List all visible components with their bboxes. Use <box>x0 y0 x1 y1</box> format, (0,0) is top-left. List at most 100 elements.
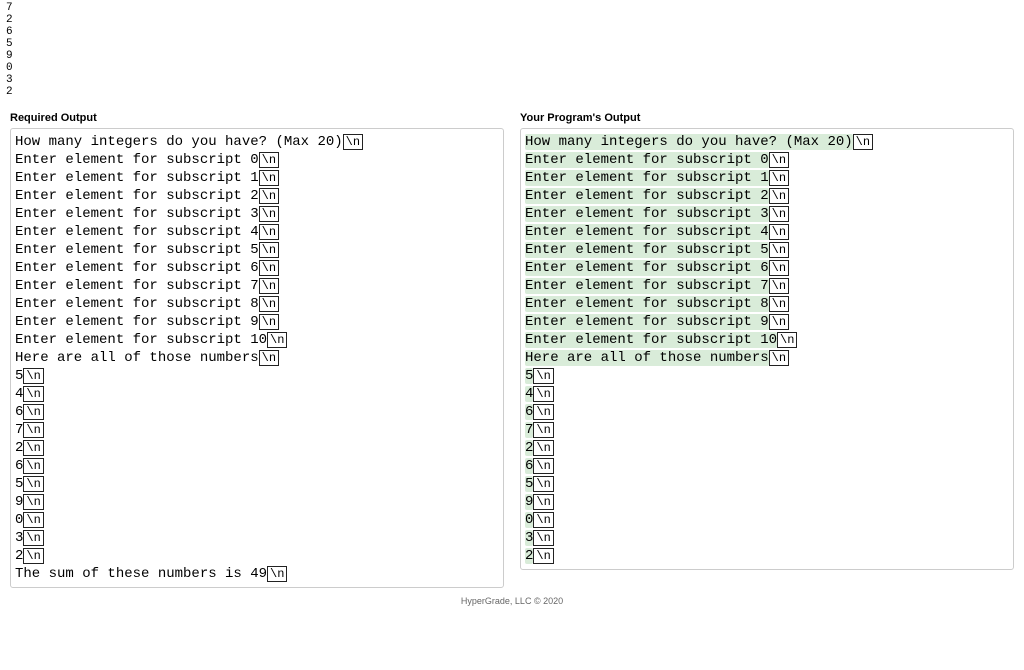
output-line: 6\n <box>15 457 499 475</box>
output-line: The sum of these numbers is 49\n <box>15 565 499 583</box>
newline-marker: \n <box>533 512 553 528</box>
output-line-text: 2 <box>15 548 23 564</box>
output-line: 9\n <box>525 493 1009 511</box>
output-line: 3\n <box>525 529 1009 547</box>
output-line: 7\n <box>15 421 499 439</box>
output-line-text: 6 <box>525 404 533 420</box>
output-line-text: 9 <box>525 494 533 510</box>
output-line: Enter element for subscript 9\n <box>15 313 499 331</box>
output-line: Enter element for subscript 7\n <box>525 277 1009 295</box>
output-line-text: Enter element for subscript 4 <box>525 224 769 240</box>
output-line: 0\n <box>15 511 499 529</box>
newline-marker: \n <box>533 548 553 564</box>
newline-marker: \n <box>259 152 279 168</box>
output-line-text: 4 <box>15 386 23 402</box>
output-line-text: How many integers do you have? (Max 20) <box>525 134 853 150</box>
output-line-text: Enter element for subscript 6 <box>525 260 769 276</box>
output-line-text: Enter element for subscript 7 <box>525 278 769 294</box>
output-line: 5\n <box>15 367 499 385</box>
output-line-text: 0 <box>525 512 533 528</box>
output-line: 6\n <box>525 457 1009 475</box>
newline-marker: \n <box>259 206 279 222</box>
output-line-text: Enter element for subscript 4 <box>15 224 259 240</box>
output-line: 2\n <box>525 439 1009 457</box>
output-line: How many integers do you have? (Max 20)\… <box>525 133 1009 151</box>
output-line: 5\n <box>15 475 499 493</box>
newline-marker: \n <box>259 350 279 366</box>
newline-marker: \n <box>23 494 43 510</box>
output-line-text: 5 <box>525 368 533 384</box>
newline-marker: \n <box>259 278 279 294</box>
output-line-text: 2 <box>525 548 533 564</box>
output-line-text: Enter element for subscript 8 <box>525 296 769 312</box>
output-line-text: Enter element for subscript 1 <box>15 170 259 186</box>
output-line-text: Enter element for subscript 0 <box>15 152 259 168</box>
output-line: Enter element for subscript 6\n <box>525 259 1009 277</box>
output-line: Enter element for subscript 6\n <box>15 259 499 277</box>
output-line-text: 5 <box>525 476 533 492</box>
output-line: 6\n <box>525 403 1009 421</box>
output-line: 2\n <box>15 547 499 565</box>
output-line-text: 5 <box>15 368 23 384</box>
output-line: Here are all of those numbers\n <box>525 349 1009 367</box>
newline-marker: \n <box>23 548 43 564</box>
newline-marker: \n <box>533 368 553 384</box>
newline-marker: \n <box>343 134 363 150</box>
output-line-text: 7 <box>15 422 23 438</box>
output-line: 0\n <box>525 511 1009 529</box>
output-line-text: Here are all of those numbers <box>525 350 769 366</box>
newline-marker: \n <box>23 458 43 474</box>
newline-marker: \n <box>533 386 553 402</box>
output-line: 2\n <box>525 547 1009 565</box>
output-line: 6\n <box>15 403 499 421</box>
output-line: Enter element for subscript 2\n <box>15 187 499 205</box>
output-line-text: Enter element for subscript 3 <box>15 206 259 222</box>
newline-marker: \n <box>23 386 43 402</box>
newline-marker: \n <box>777 332 797 348</box>
newline-marker: \n <box>533 404 553 420</box>
output-line-text: Enter element for subscript 7 <box>15 278 259 294</box>
output-line: 2\n <box>15 439 499 457</box>
output-line-text: 7 <box>525 422 533 438</box>
output-line-text: 3 <box>15 530 23 546</box>
newline-marker: \n <box>23 512 43 528</box>
output-line: Enter element for subscript 9\n <box>525 313 1009 331</box>
output-line-text: Enter element for subscript 6 <box>15 260 259 276</box>
newline-marker: \n <box>259 242 279 258</box>
newline-marker: \n <box>533 458 553 474</box>
output-line-text: 5 <box>15 476 23 492</box>
output-line: Enter element for subscript 5\n <box>525 241 1009 259</box>
output-line-text: Here are all of those numbers <box>15 350 259 366</box>
your-output-header: Your Program's Output <box>520 112 1014 124</box>
newline-marker: \n <box>533 494 553 510</box>
output-line-text: 2 <box>525 440 533 456</box>
newline-marker: \n <box>23 440 43 456</box>
output-line-text: The sum of these numbers is 49 <box>15 566 267 582</box>
output-line: 9\n <box>15 493 499 511</box>
output-line-text: 6 <box>15 404 23 420</box>
output-line: 4\n <box>15 385 499 403</box>
output-line: Enter element for subscript 0\n <box>15 151 499 169</box>
output-line-text: 4 <box>525 386 533 402</box>
newline-marker: \n <box>533 476 553 492</box>
output-line-text: How many integers do you have? (Max 20) <box>15 134 343 150</box>
output-line: Enter element for subscript 0\n <box>525 151 1009 169</box>
output-line-text: Enter element for subscript 2 <box>525 188 769 204</box>
output-line: Enter element for subscript 8\n <box>15 295 499 313</box>
input-values: 7 2 6 5 9 0 3 2 <box>0 0 1024 106</box>
newline-marker: \n <box>259 224 279 240</box>
newline-marker: \n <box>23 368 43 384</box>
footer-text: HyperGrade, LLC © 2020 <box>0 596 1024 606</box>
newline-marker: \n <box>259 188 279 204</box>
newline-marker: \n <box>259 260 279 276</box>
output-line: Enter element for subscript 10\n <box>15 331 499 349</box>
output-line: 5\n <box>525 475 1009 493</box>
output-line-text: Enter element for subscript 0 <box>525 152 769 168</box>
output-line-text: Enter element for subscript 10 <box>525 332 777 348</box>
newline-marker: \n <box>769 260 789 276</box>
output-line-text: Enter element for subscript 1 <box>525 170 769 186</box>
newline-marker: \n <box>23 476 43 492</box>
newline-marker: \n <box>259 314 279 330</box>
newline-marker: \n <box>267 332 287 348</box>
required-output-box: How many integers do you have? (Max 20)\… <box>10 128 504 588</box>
